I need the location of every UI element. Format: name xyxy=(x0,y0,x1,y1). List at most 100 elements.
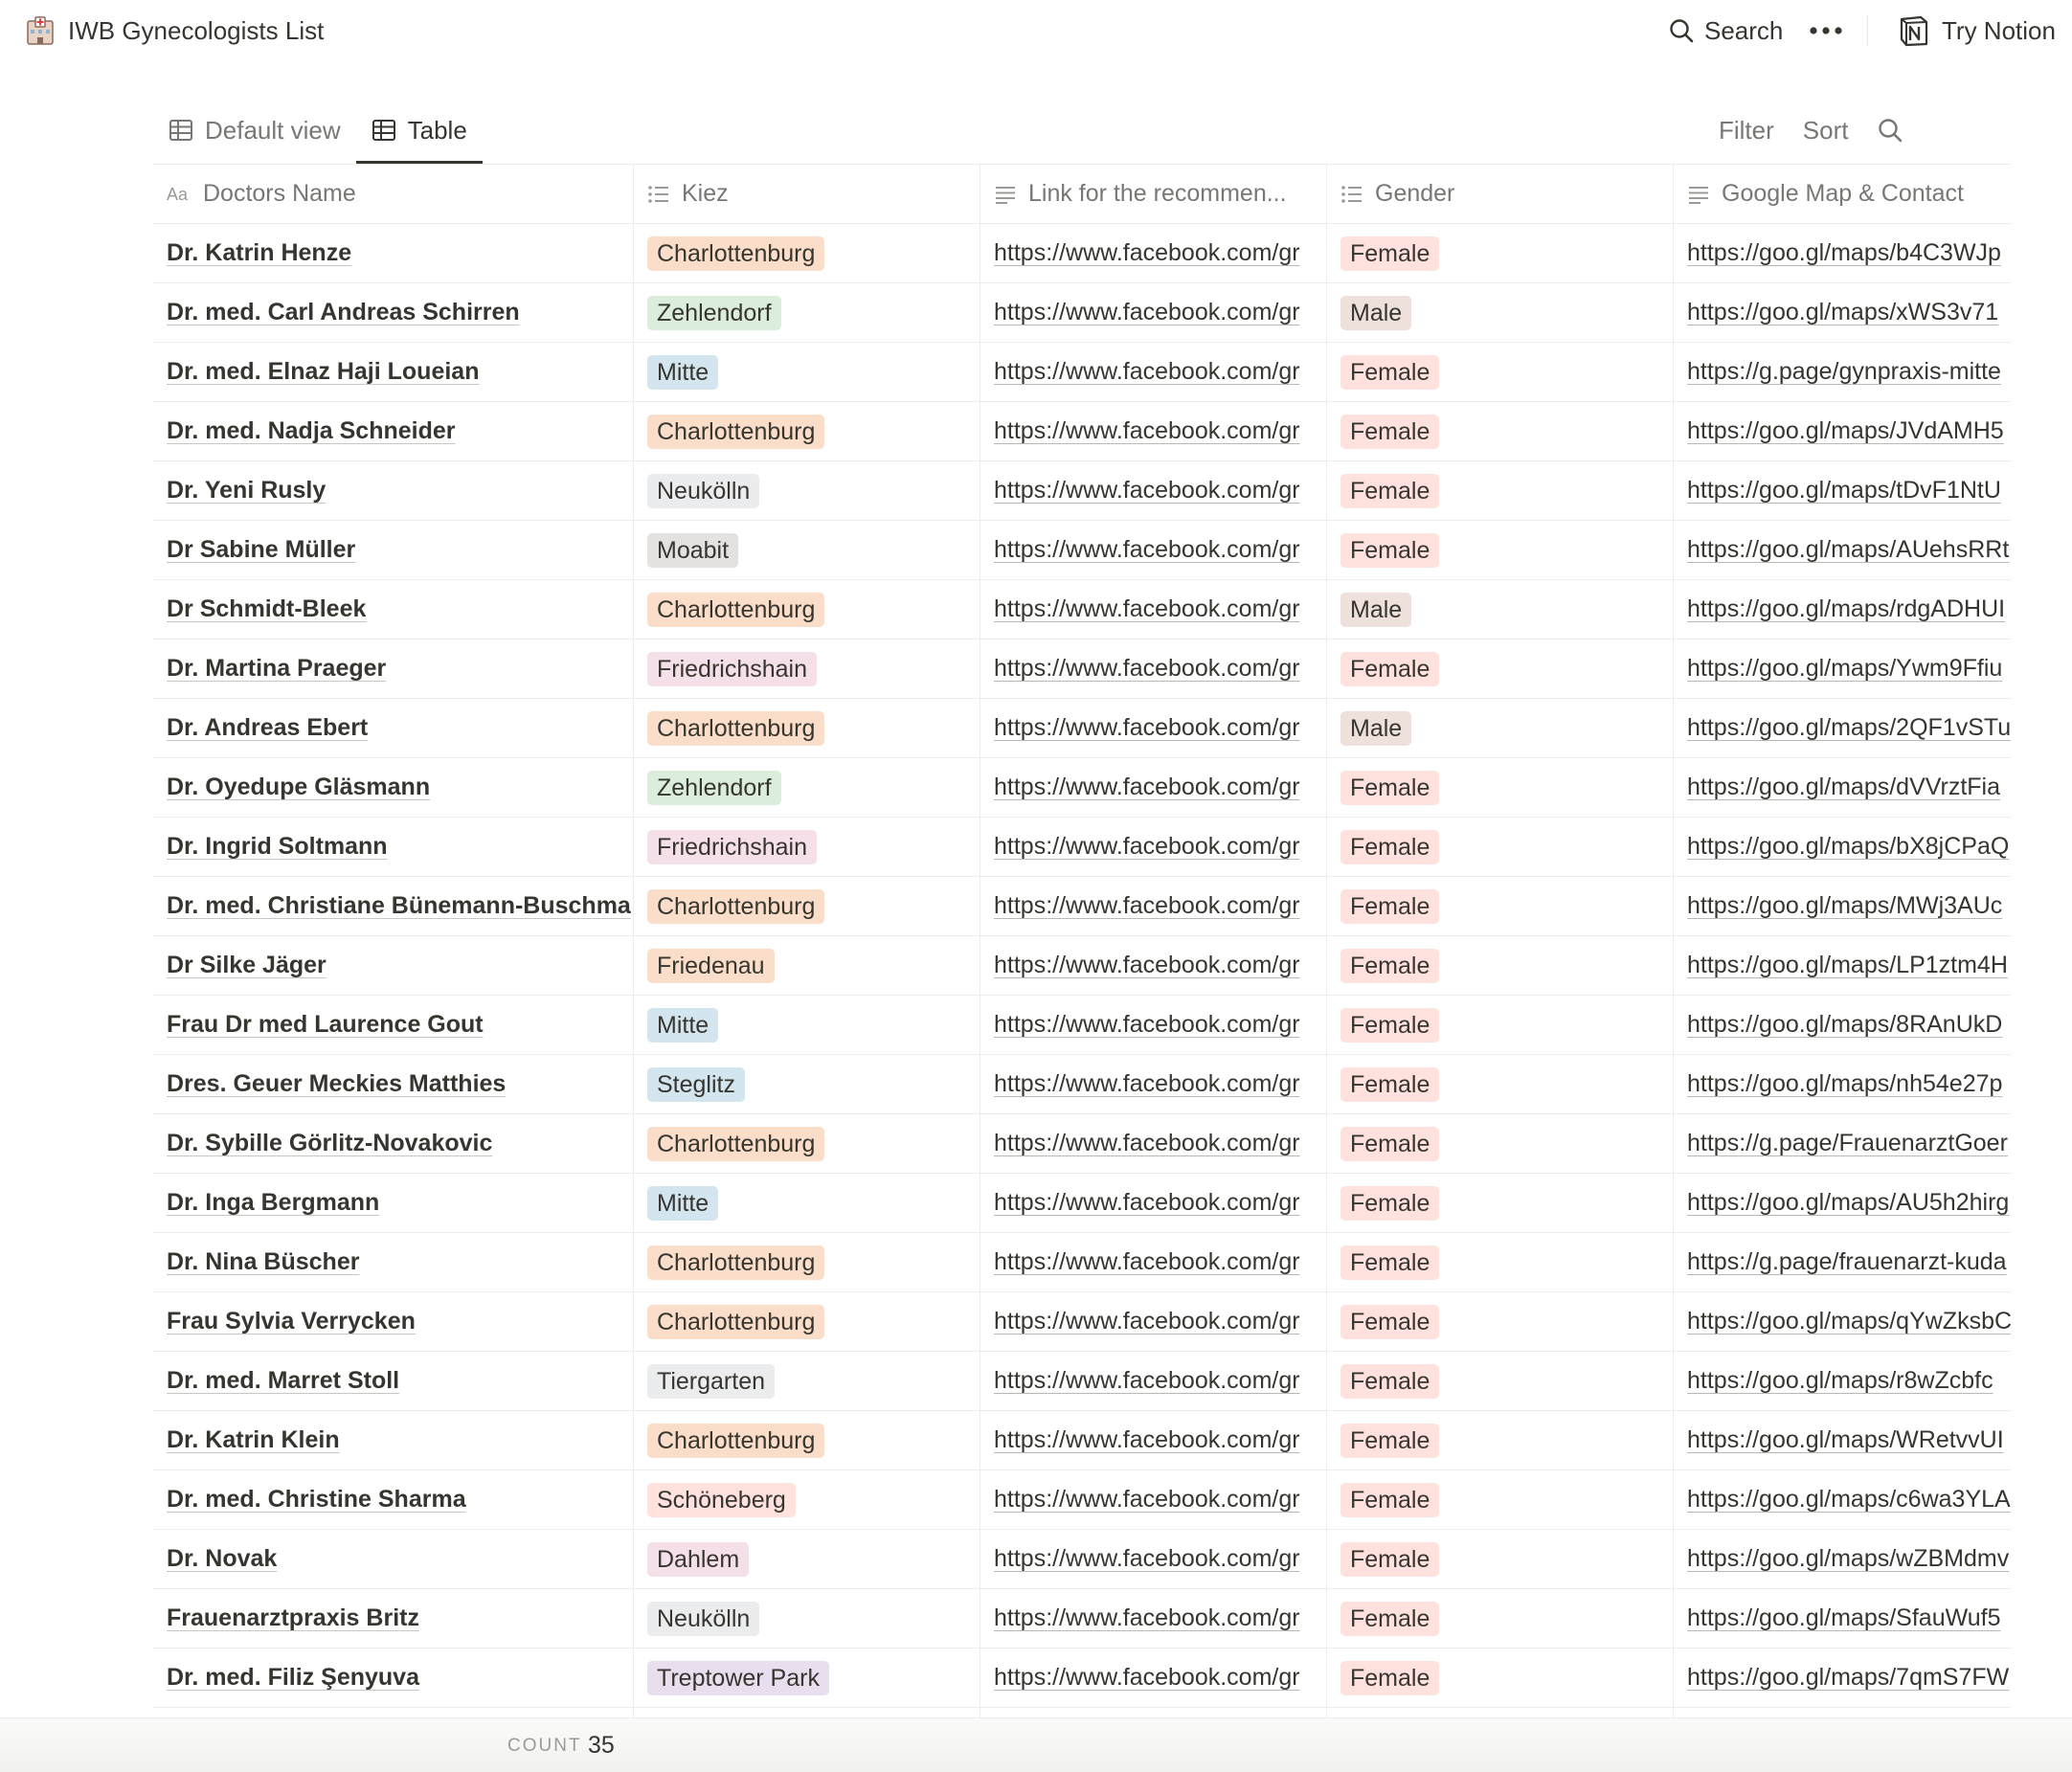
recommendation-link[interactable]: https://www.facebook.com/gr xyxy=(994,1367,1300,1395)
cell-gender[interactable]: Female xyxy=(1327,1233,1674,1291)
doctor-name[interactable]: Dr. Novak xyxy=(167,1545,277,1573)
doctor-name[interactable]: Dr. med. Nadja Schneider xyxy=(167,417,456,445)
table-row[interactable]: Dr. Inga Bergmann Mitte https://www.facebo… xyxy=(153,1174,2011,1233)
cell-doctors-name[interactable]: Dr Sabine Müller xyxy=(153,521,634,579)
cell-gender[interactable]: Female xyxy=(1327,1411,1674,1469)
cell-google-map-contact[interactable]: https://goo.gl/maps/bX8jCPaQ xyxy=(1674,818,2011,876)
google-map-link[interactable]: https://goo.gl/maps/7qmS7FW xyxy=(1687,1664,2009,1692)
table-row[interactable]: Dr. med. Marret Stoll Tiergarten https://w… xyxy=(153,1352,2011,1411)
cell-doctors-name[interactable]: Dr. Sybille Görlitz-Novakovic xyxy=(153,1114,634,1173)
cell-gender[interactable]: Female xyxy=(1327,996,1674,1054)
tab-default-view[interactable]: Default view xyxy=(153,111,356,149)
table-row[interactable]: Dr Silke Jäger Friedenau https://www.faceb… xyxy=(153,936,2011,996)
cell-recommendation-link[interactable]: https://www.facebook.com/gr xyxy=(980,1352,1327,1410)
cell-kiez[interactable]: Moabit xyxy=(634,521,980,579)
filter-button[interactable]: Filter xyxy=(1719,116,1774,146)
doctor-name[interactable]: Dr Silke Jäger xyxy=(167,952,327,979)
google-map-link[interactable]: https://goo.gl/maps/LP1ztm4H xyxy=(1687,952,2008,979)
cell-doctors-name[interactable]: Dr. Oyedupe Gläsmann xyxy=(153,758,634,817)
table-row[interactable]: Dr Schmidt-Bleek Charlottenburg https://ww… xyxy=(153,580,2011,639)
google-map-link[interactable]: https://goo.gl/maps/8RAnUkD xyxy=(1687,1011,2002,1039)
cell-recommendation-link[interactable]: https://www.facebook.com/gr xyxy=(980,283,1327,342)
cell-google-map-contact[interactable]: https://goo.gl/maps/qYwZksbC xyxy=(1674,1292,2011,1351)
recommendation-link[interactable]: https://www.facebook.com/gr xyxy=(994,417,1300,445)
cell-kiez[interactable]: Charlottenburg xyxy=(634,1411,980,1469)
google-map-link[interactable]: https://goo.gl/maps/JVdAMH5 xyxy=(1687,417,2004,445)
cell-recommendation-link[interactable]: https://www.facebook.com/gr xyxy=(980,936,1327,995)
cell-google-map-contact[interactable]: https://goo.gl/maps/SfauWuf5 xyxy=(1674,1589,2011,1648)
cell-gender[interactable]: Female xyxy=(1327,1589,1674,1648)
doctor-name[interactable]: Dr. Nina Büscher xyxy=(167,1248,359,1276)
table-row[interactable]: Frau Dr med Laurence Gout Mitte https://ww… xyxy=(153,996,2011,1055)
cell-gender[interactable]: Female xyxy=(1327,521,1674,579)
search-button[interactable]: Search xyxy=(1668,13,1783,48)
doctor-name[interactable]: Dr. Andreas Ebert xyxy=(167,714,368,742)
cell-kiez[interactable]: Friedrichshain xyxy=(634,818,980,876)
cell-doctors-name[interactable]: Frau Dr med Laurence Gout xyxy=(153,996,634,1054)
try-notion-button[interactable]: Try Notion xyxy=(1898,13,2056,48)
table-row[interactable]: Dr Sabine Müller Moabit https://www.facebo… xyxy=(153,521,2011,580)
cell-doctors-name[interactable]: Dr. med. Filiz Şenyuva xyxy=(153,1649,634,1707)
count-value[interactable]: 35 xyxy=(588,1732,615,1760)
doctor-name[interactable]: Dr. Katrin Henze xyxy=(167,239,351,267)
doctor-name[interactable]: Dr Schmidt-Bleek xyxy=(167,595,366,623)
cell-recommendation-link[interactable]: https://www.facebook.com/gr xyxy=(980,877,1327,935)
cell-doctors-name[interactable]: Dr. Ingrid Soltmann xyxy=(153,818,634,876)
recommendation-link[interactable]: https://www.facebook.com/gr xyxy=(994,1130,1300,1157)
cell-doctors-name[interactable]: Dr. med. Carl Andreas Schirren xyxy=(153,283,634,342)
column-header-doctors-name[interactable]: Aa Doctors Name xyxy=(153,165,634,223)
cell-recommendation-link[interactable]: https://www.facebook.com/gr xyxy=(980,1470,1327,1529)
page-title[interactable]: IWB Gynecologists List xyxy=(68,16,324,46)
cell-recommendation-link[interactable]: https://www.facebook.com/gr xyxy=(980,818,1327,876)
doctor-name[interactable]: Frau Sylvia Verrycken xyxy=(167,1308,416,1335)
table-row[interactable]: Dr. med. Filiz Şenyuva Treptower Park http… xyxy=(153,1649,2011,1708)
cell-kiez[interactable]: Neukölln xyxy=(634,1589,980,1648)
table-row[interactable]: Dr. Katrin Henze Charlottenburg https://ww… xyxy=(153,224,2011,283)
google-map-link[interactable]: https://goo.gl/maps/WRetvvUI xyxy=(1687,1426,2004,1454)
cell-google-map-contact[interactable]: https://goo.gl/maps/JVdAMH5 xyxy=(1674,402,2011,460)
recommendation-link[interactable]: https://www.facebook.com/gr xyxy=(994,1604,1300,1632)
cell-kiez[interactable]: Tiergarten xyxy=(634,1352,980,1410)
recommendation-link[interactable]: https://www.facebook.com/gr xyxy=(994,833,1300,861)
google-map-link[interactable]: https://g.page/frauenarzt-kuda xyxy=(1687,1248,2007,1276)
cell-gender[interactable]: Female xyxy=(1327,758,1674,817)
column-header-link-for-recommendation[interactable]: Link for the recommen... xyxy=(980,165,1327,223)
more-options-button[interactable] xyxy=(1807,13,1845,48)
doctor-name[interactable]: Dr. Yeni Rusly xyxy=(167,477,326,505)
cell-doctors-name[interactable]: Dr. med. Elnaz Haji Loueian xyxy=(153,343,634,401)
cell-gender[interactable]: Female xyxy=(1327,402,1674,460)
cell-gender[interactable]: Female xyxy=(1327,461,1674,520)
cell-recommendation-link[interactable]: https://www.facebook.com/gr xyxy=(980,521,1327,579)
cell-gender[interactable]: Female xyxy=(1327,877,1674,935)
doctor-name[interactable]: Dr. med. Christine Sharma xyxy=(167,1486,466,1514)
cell-doctors-name[interactable]: Dr. med. Christiane Bünemann-Buschma xyxy=(153,877,634,935)
table-row[interactable]: Dres. Geuer Meckies Matthies Steglitz http… xyxy=(153,1055,2011,1114)
recommendation-link[interactable]: https://www.facebook.com/gr xyxy=(994,1308,1300,1335)
cell-kiez[interactable]: Friedrichshain xyxy=(634,639,980,698)
cell-kiez[interactable]: Charlottenburg xyxy=(634,699,980,757)
google-map-link[interactable]: https://goo.gl/maps/AU5h2hirg xyxy=(1687,1189,2009,1217)
cell-kiez[interactable]: Schöneberg xyxy=(634,1470,980,1529)
cell-doctors-name[interactable]: Dr. Andreas Ebert xyxy=(153,699,634,757)
cell-kiez[interactable]: Charlottenburg xyxy=(634,402,980,460)
cell-google-map-contact[interactable]: https://goo.gl/maps/AU5h2hirg xyxy=(1674,1174,2011,1232)
cell-gender[interactable]: Female xyxy=(1327,1292,1674,1351)
table-row[interactable]: Dr. med. Carl Andreas Schirren Zehlendorf… xyxy=(153,283,2011,343)
google-map-link[interactable]: https://goo.gl/maps/c6wa3YLA xyxy=(1687,1486,2011,1514)
table-row[interactable]: Dr. Sybille Görlitz-Novakovic Charlottenb… xyxy=(153,1114,2011,1174)
recommendation-link[interactable]: https://www.facebook.com/gr xyxy=(994,1070,1300,1098)
doctor-name[interactable]: Dr. Martina Praeger xyxy=(167,655,386,683)
table-row[interactable]: Dr. Oyedupe Gläsmann Zehlendorf https://ww… xyxy=(153,758,2011,818)
recommendation-link[interactable]: https://www.facebook.com/gr xyxy=(994,774,1300,801)
cell-gender[interactable]: Male xyxy=(1327,580,1674,639)
recommendation-link[interactable]: https://www.facebook.com/gr xyxy=(994,239,1300,267)
google-map-link[interactable]: https://goo.gl/maps/rdgADHUI xyxy=(1687,595,2005,623)
table-row[interactable]: Dr. Ingrid Soltmann Friedrichshain https:/… xyxy=(153,818,2011,877)
cell-gender[interactable]: Female xyxy=(1327,936,1674,995)
cell-recommendation-link[interactable]: https://www.facebook.com/gr xyxy=(980,461,1327,520)
cell-google-map-contact[interactable]: https://goo.gl/maps/LP1ztm4H xyxy=(1674,936,2011,995)
cell-gender[interactable]: Female xyxy=(1327,1055,1674,1113)
sort-button[interactable]: Sort xyxy=(1803,116,1849,146)
recommendation-link[interactable]: https://www.facebook.com/gr xyxy=(994,952,1300,979)
cell-doctors-name[interactable]: Dr. Yeni Rusly xyxy=(153,461,634,520)
